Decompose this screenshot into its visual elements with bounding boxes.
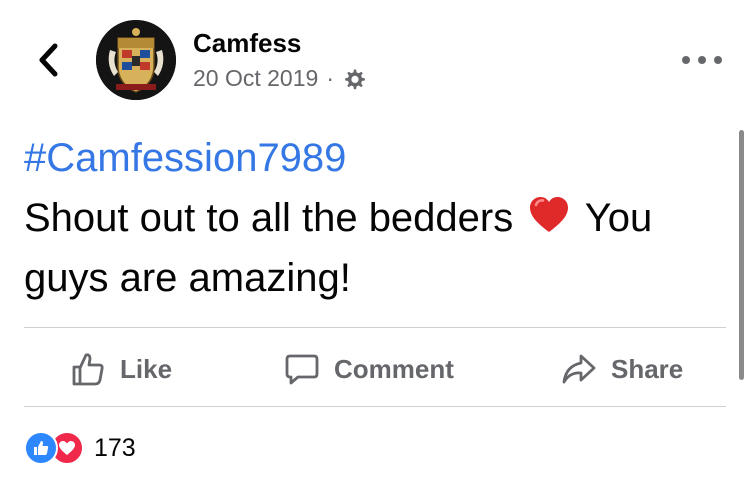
red-heart-emoji bbox=[530, 197, 569, 232]
dot bbox=[682, 56, 690, 64]
comment-button[interactable]: Comment bbox=[284, 348, 454, 390]
share-button[interactable]: Share bbox=[561, 348, 683, 390]
post-date[interactable]: 20 Oct 2019 bbox=[193, 65, 318, 92]
gear-icon[interactable] bbox=[342, 67, 366, 91]
like-button[interactable]: Like bbox=[70, 348, 172, 390]
post-text-part-1: Shout out to all the bedders bbox=[24, 196, 525, 240]
comment-label: Comment bbox=[334, 353, 454, 384]
chevron-left-icon bbox=[39, 43, 58, 77]
dot bbox=[698, 56, 706, 64]
share-label: Share bbox=[611, 353, 684, 384]
action-bar: Like Comment Share bbox=[0, 330, 750, 408]
divider-bottom bbox=[24, 406, 726, 407]
divider-top bbox=[24, 327, 726, 328]
hashtag-link[interactable]: #Camfession7989 bbox=[24, 128, 729, 188]
thumbs-up-icon bbox=[72, 353, 104, 386]
reaction-count: 173 bbox=[94, 433, 136, 462]
page-avatar[interactable] bbox=[96, 20, 176, 100]
scrollbar[interactable] bbox=[739, 130, 744, 380]
like-reaction-icon bbox=[24, 431, 58, 465]
meta-separator: · bbox=[326, 65, 334, 91]
more-options-button[interactable] bbox=[682, 50, 722, 70]
post-body: #Camfession7989 Shout out to all the bed… bbox=[24, 128, 729, 308]
share-arrow-icon bbox=[562, 354, 596, 384]
comment-bubble-icon bbox=[285, 354, 319, 385]
reactions-summary[interactable]: 173 bbox=[24, 430, 136, 466]
page-name[interactable]: Camfess bbox=[193, 28, 301, 59]
post-header: Camfess 20 Oct 2019 · bbox=[0, 0, 750, 120]
coat-of-arms-logo bbox=[96, 20, 176, 100]
back-button[interactable] bbox=[30, 40, 66, 80]
like-label: Like bbox=[120, 353, 173, 384]
post-meta: 20 Oct 2019 · bbox=[193, 65, 366, 92]
dot bbox=[714, 56, 722, 64]
